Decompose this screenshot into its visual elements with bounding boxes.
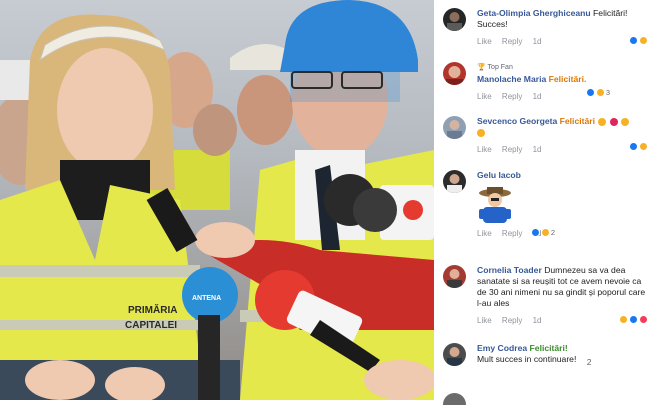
- top-fan-badge: 🏆 Top Fan: [477, 64, 513, 71]
- vest-text-line2: CAPITALEI: [125, 320, 177, 331]
- like-reaction-icon: [629, 142, 638, 151]
- avatar[interactable]: [443, 265, 466, 288]
- like-link[interactable]: Like: [477, 37, 492, 46]
- comment-text-second: Mult succes in continuare!: [477, 354, 577, 364]
- reaction-count: 2: [586, 356, 592, 367]
- like-link[interactable]: Like: [477, 316, 492, 325]
- comment-actions: Like Reply 1d: [477, 36, 648, 47]
- comment-actions: Like Reply 1d: [477, 228, 648, 239]
- reply-link[interactable]: Reply: [502, 229, 522, 238]
- avatar[interactable]: [443, 116, 466, 139]
- mic-brand-label: ANTENA: [192, 295, 221, 302]
- comments-panel: Geta-Olimpia Gherghiceanu Felicitări! Su…: [437, 0, 650, 407]
- comment-actions: Like Reply 1d: [477, 91, 648, 102]
- smile-emoji-icon: [621, 117, 630, 126]
- reactions-badge[interactable]: [629, 142, 648, 151]
- smile-emoji-icon: [598, 117, 607, 126]
- reply-link[interactable]: Reply: [502, 145, 522, 154]
- comment-text: Felicitări!: [593, 8, 628, 18]
- commenter-name[interactable]: Sevcenco Georgeta: [477, 116, 557, 126]
- like-link[interactable]: Like: [477, 145, 492, 154]
- next-avatar-partial: [443, 393, 466, 405]
- comment-text: Felicitări!: [529, 343, 568, 353]
- reactions-badge[interactable]: 2: [585, 357, 592, 368]
- vest-text-line1: PRIMĂRIA: [128, 303, 177, 316]
- haha-reaction-icon: [540, 228, 550, 237]
- avatar[interactable]: [443, 343, 466, 366]
- heart-emoji-icon: [609, 117, 618, 126]
- like-link[interactable]: Like: [477, 92, 492, 101]
- avatar[interactable]: [443, 8, 466, 31]
- news-photo: PRIMĂRIA CAPITALEI ANTENA: [0, 0, 434, 400]
- comment-body: Gelu Iacob Like Reply 1d: [477, 170, 648, 239]
- avatar[interactable]: [443, 170, 466, 193]
- reactions-badge[interactable]: [629, 36, 648, 45]
- comment-text: Felicitări: [559, 116, 595, 126]
- comment-body: Sevcenco Georgeta Felicitări Like Reply …: [477, 116, 648, 155]
- like-reaction-icon: [629, 315, 638, 324]
- comment-body: Emy Codrea Felicitări! Mult succes in co…: [477, 343, 648, 368]
- reactions-badge[interactable]: 2: [530, 228, 555, 237]
- reply-link[interactable]: Reply: [502, 37, 522, 46]
- avatar[interactable]: [443, 62, 466, 85]
- reactions-badge[interactable]: 3: [585, 88, 610, 97]
- clap-emoji-icon: [477, 128, 485, 137]
- reaction-count: 3: [605, 88, 610, 97]
- sticker-image: [477, 185, 513, 225]
- comment-time[interactable]: 1d: [533, 37, 542, 46]
- like-reaction-icon: [530, 228, 540, 237]
- reactions-badge[interactable]: [619, 315, 648, 324]
- like-reaction-icon: [629, 36, 638, 45]
- haha-reaction-icon: [639, 142, 648, 151]
- commenter-name[interactable]: Cornelia Toader: [477, 265, 542, 275]
- haha-reaction-icon: [639, 36, 648, 45]
- comment-body: Geta-Olimpia Gherghiceanu Felicitări! Su…: [477, 8, 648, 47]
- comment-actions: Like Reply 1d: [477, 144, 648, 155]
- commenter-name[interactable]: Manolache Maria: [477, 74, 546, 84]
- reply-link[interactable]: Reply: [502, 316, 522, 325]
- reply-link[interactable]: Reply: [502, 92, 522, 101]
- comment-time[interactable]: 1d: [533, 92, 542, 101]
- haha-reaction-icon: [619, 315, 628, 324]
- commenter-name[interactable]: Geta-Olimpia Gherghiceanu: [477, 8, 591, 18]
- press-conference-image: PRIMĂRIA CAPITALEI ANTENA: [0, 0, 434, 400]
- like-link[interactable]: Like: [477, 229, 492, 238]
- reaction-count: 2: [550, 228, 555, 237]
- love-reaction-icon: [639, 315, 648, 324]
- commenter-name[interactable]: Emy Codrea: [477, 343, 527, 353]
- like-reaction-icon: [585, 88, 595, 97]
- comment-body: 🏆 Top Fan Manolache Maria Felicitări. Li…: [477, 62, 648, 102]
- haha-reaction-icon: [595, 88, 605, 97]
- commenter-name[interactable]: Gelu Iacob: [477, 170, 521, 180]
- comment-time[interactable]: 1d: [533, 145, 542, 154]
- comment-text: Felicitări.: [548, 74, 587, 84]
- comment-text-second: Succes!: [477, 19, 508, 29]
- comment-time[interactable]: 1d: [533, 316, 542, 325]
